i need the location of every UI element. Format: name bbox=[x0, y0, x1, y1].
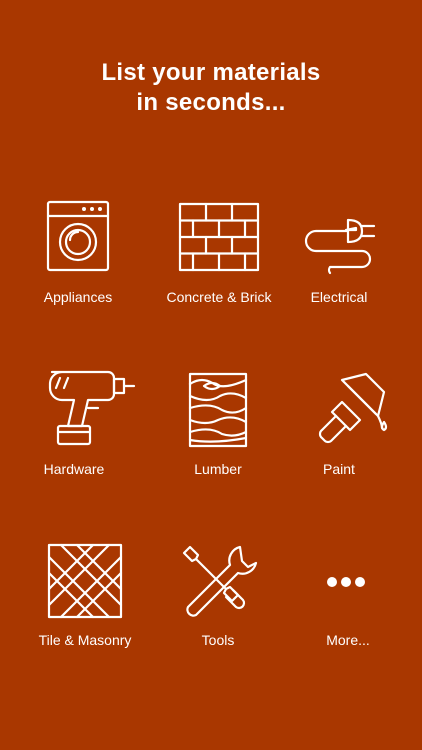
category-label: Tile & Masonry bbox=[38, 632, 132, 648]
washing-machine-icon bbox=[46, 200, 110, 272]
category-label: More... bbox=[326, 632, 370, 648]
power-drill-icon bbox=[48, 370, 136, 446]
paint-brush-icon bbox=[318, 372, 388, 444]
category-label: Lumber bbox=[194, 461, 242, 477]
category-label: Paint bbox=[323, 461, 355, 477]
category-label: Concrete & Brick bbox=[166, 289, 272, 305]
wrench-screwdriver-icon bbox=[182, 545, 258, 617]
ellipsis-icon bbox=[327, 577, 365, 587]
brick-wall-icon bbox=[178, 202, 260, 272]
category-label: Tools bbox=[201, 632, 235, 648]
category-label: Electrical bbox=[310, 289, 368, 305]
category-grid: Appliances Concrete & Brick Electrical H… bbox=[0, 0, 422, 750]
tile-pattern-icon bbox=[47, 543, 123, 619]
wood-grain-icon bbox=[188, 372, 248, 448]
category-label: Appliances bbox=[43, 289, 113, 305]
electrical-plug-icon bbox=[304, 218, 376, 275]
category-label: Hardware bbox=[43, 461, 105, 477]
